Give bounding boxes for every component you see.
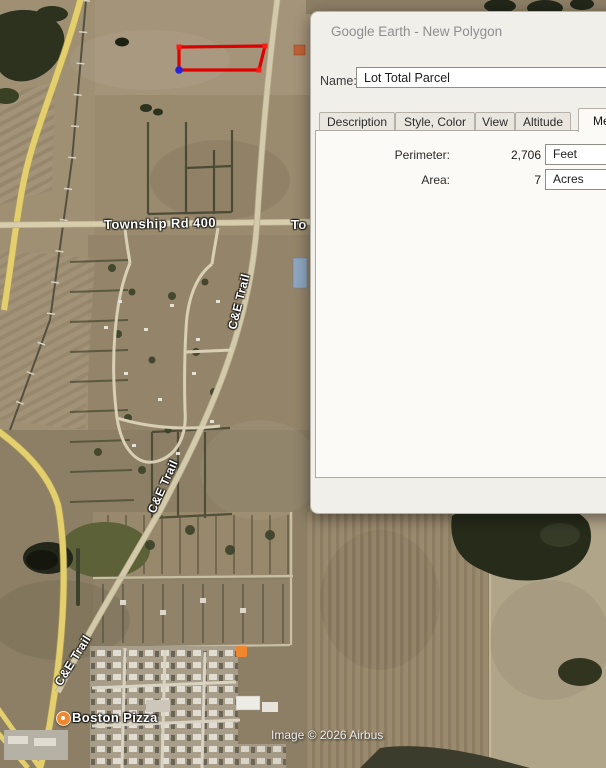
tab-measurements[interactable]: Mea <box>578 108 606 132</box>
tab-description[interactable]: Description <box>319 112 395 131</box>
name-input[interactable] <box>356 67 606 88</box>
perimeter-value: 2,706 <box>456 148 541 162</box>
perimeter-label: Perimeter: <box>316 148 450 162</box>
polygon-vertex[interactable] <box>257 68 262 73</box>
name-field-label: Name: <box>320 74 357 88</box>
orange-roof-building <box>294 45 305 55</box>
new-polygon-dialog: Google Earth - New Polygon Name: Descrip… <box>310 11 606 514</box>
tab-altitude[interactable]: Altitude <box>515 112 571 131</box>
boston-pizza-poi-icon[interactable] <box>56 711 71 726</box>
tab-style-color[interactable]: Style, Color <box>395 112 475 131</box>
polygon-vertex[interactable] <box>263 44 268 49</box>
polygon-selected-vertex[interactable] <box>175 66 183 74</box>
area-unit-select[interactable]: Acres <box>545 169 606 190</box>
area-value: 7 <box>456 173 541 187</box>
tab-view[interactable]: View <box>475 112 515 131</box>
area-label: Area: <box>316 173 450 187</box>
perimeter-unit-select[interactable]: Feet <box>545 144 606 165</box>
dialog-title: Google Earth - New Polygon <box>331 24 502 39</box>
measurements-panel: Perimeter: 2,706 Feet Area: 7 Acres <box>315 130 606 478</box>
polygon-vertex[interactable] <box>177 45 182 50</box>
blue-roof-building <box>293 258 307 288</box>
